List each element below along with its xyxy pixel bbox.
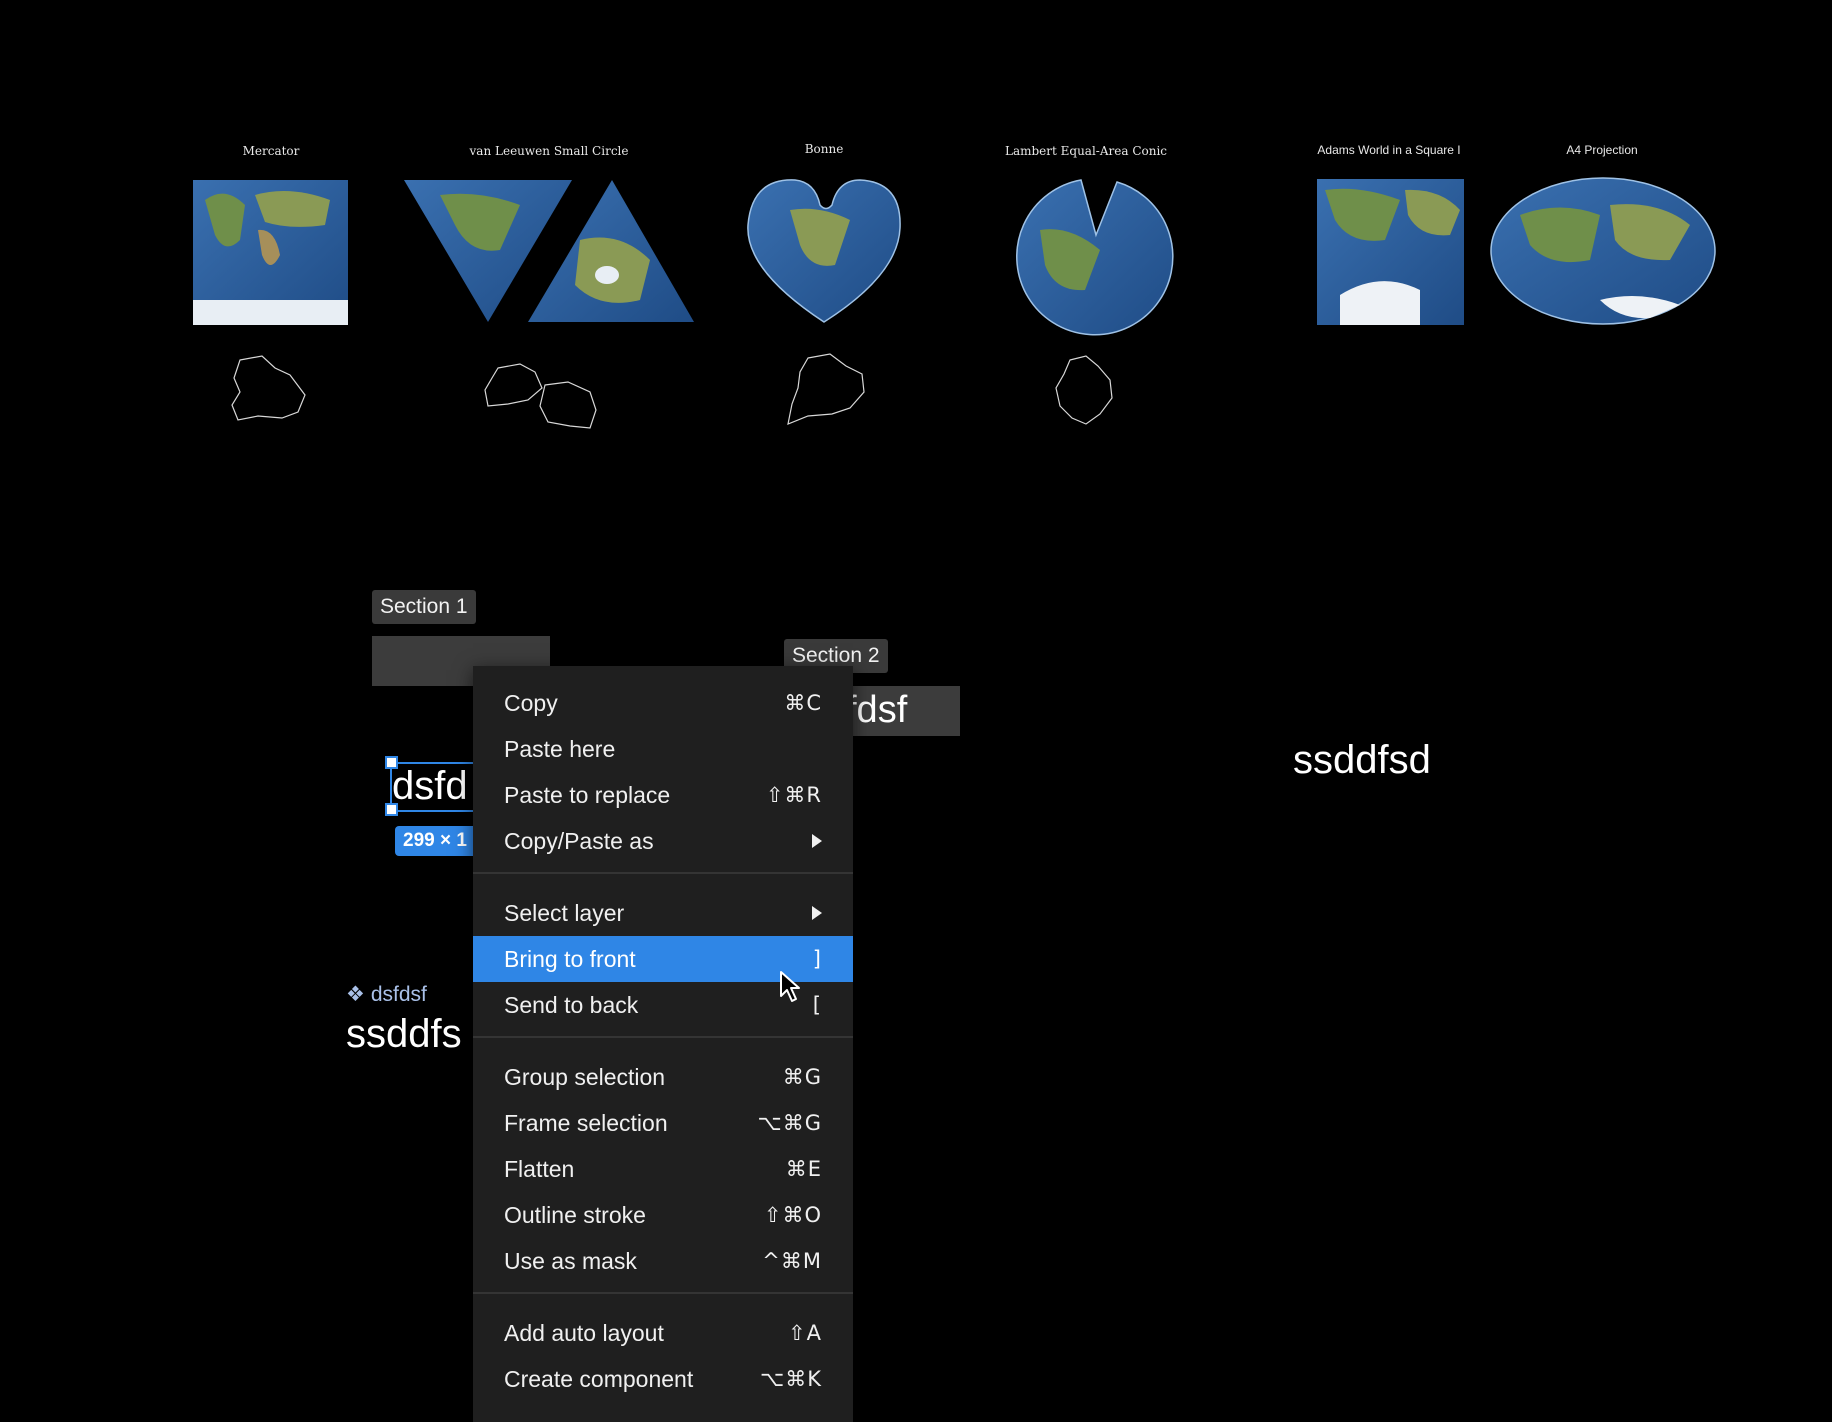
menu-item-shortcut: ] (812, 947, 822, 971)
menu-item-label: Frame selection (504, 1109, 668, 1136)
menu-item-label: Outline stroke (504, 1201, 646, 1228)
component-label[interactable]: ❖ dsfdsf (346, 983, 427, 1007)
menu-item-label: Copy/Paste as (504, 827, 654, 854)
menu-item-add-auto-layout[interactable]: Add auto layout ⇧A (473, 1310, 853, 1356)
menu-item-label: Select layer (504, 899, 625, 926)
menu-separator (473, 1292, 853, 1294)
menu-item-label: Copy (504, 689, 558, 716)
component-icon: ❖ (346, 983, 365, 1006)
menu-item-copy[interactable]: Copy ⌘C (473, 680, 853, 726)
menu-item-label: Send to back (504, 991, 639, 1018)
menu-item-flatten[interactable]: Flatten ⌘E (473, 1146, 853, 1192)
bonne-map[interactable] (747, 179, 901, 323)
menu-item-paste-to-replace[interactable]: Paste to replace ⇧⌘R (473, 772, 853, 818)
menu-item-shortcut: ⌥⌘K (760, 1367, 822, 1391)
menu-item-shortcut: ⌥⌘G (757, 1111, 822, 1135)
menu-item-label: Use as mask (504, 1247, 637, 1274)
cursor-icon (780, 971, 800, 1002)
menu-item-label: Paste to replace (504, 781, 671, 808)
submenu-arrow-icon (812, 834, 822, 848)
menu-item-label: Flatten (504, 1155, 575, 1182)
van-leeuwen-map[interactable] (404, 180, 694, 322)
menu-item-label: Bring to front (504, 945, 636, 972)
section-1-tag[interactable]: Section 1 (372, 590, 476, 624)
menu-separator (473, 1036, 853, 1038)
menu-separator (473, 872, 853, 874)
submenu-arrow-icon (812, 906, 822, 920)
mercator-map[interactable] (193, 180, 348, 325)
menu-item-shortcut: [ (812, 993, 822, 1017)
menu-item-group-selection[interactable]: Group selection ⌘G (473, 1054, 853, 1100)
menu-item-shortcut: ⌘C (784, 691, 822, 715)
menu-item-shortcut: ⌘G (782, 1065, 822, 1089)
map-images (193, 177, 1716, 429)
menu-item-label: Paste here (504, 735, 616, 762)
menu-item-shortcut: ⇧⌘R (765, 783, 822, 807)
component-label-text: dsfdsf (370, 983, 427, 1006)
menu-item-shortcut: ^⌘M (762, 1249, 822, 1273)
menu-item-create-component[interactable]: Create component ⌥⌘K (473, 1356, 853, 1402)
menu-item-label: Create component (504, 1365, 694, 1392)
component-text[interactable]: ssddfs (346, 1012, 462, 1056)
selection-handle-top-left[interactable] (385, 756, 398, 769)
country-outlines (231, 353, 1113, 429)
selection-handle-bottom-left[interactable] (385, 803, 398, 816)
section-2-text[interactable]: fdsf (846, 688, 907, 732)
menu-item-shortcut: ⇧A (788, 1321, 822, 1345)
a4-map[interactable] (1490, 177, 1716, 325)
adams-map[interactable] (1317, 179, 1464, 325)
menu-item-frame-selection[interactable]: Frame selection ⌥⌘G (473, 1100, 853, 1146)
menu-item-select-layer[interactable]: Select layer (473, 890, 853, 936)
menu-item-copy-paste-as[interactable]: Copy/Paste as (473, 818, 853, 864)
menu-item-shortcut: ⇧⌘O (763, 1203, 822, 1227)
menu-item-shortcut: ⌘E (785, 1157, 822, 1181)
menu-item-use-as-mask[interactable]: Use as mask ^⌘M (473, 1238, 853, 1284)
lambert-map[interactable] (1016, 179, 1174, 336)
menu-item-paste-here[interactable]: Paste here (473, 726, 853, 772)
ssddfsd-text[interactable]: ssddfsd (1293, 738, 1431, 782)
menu-item-outline-stroke[interactable]: Outline stroke ⇧⌘O (473, 1192, 853, 1238)
menu-item-label: Add auto layout (504, 1319, 664, 1346)
context-menu: Copy ⌘C Paste here Paste to replace ⇧⌘R Copy/… (473, 666, 853, 1422)
menu-item-label: Group selection (504, 1063, 666, 1090)
